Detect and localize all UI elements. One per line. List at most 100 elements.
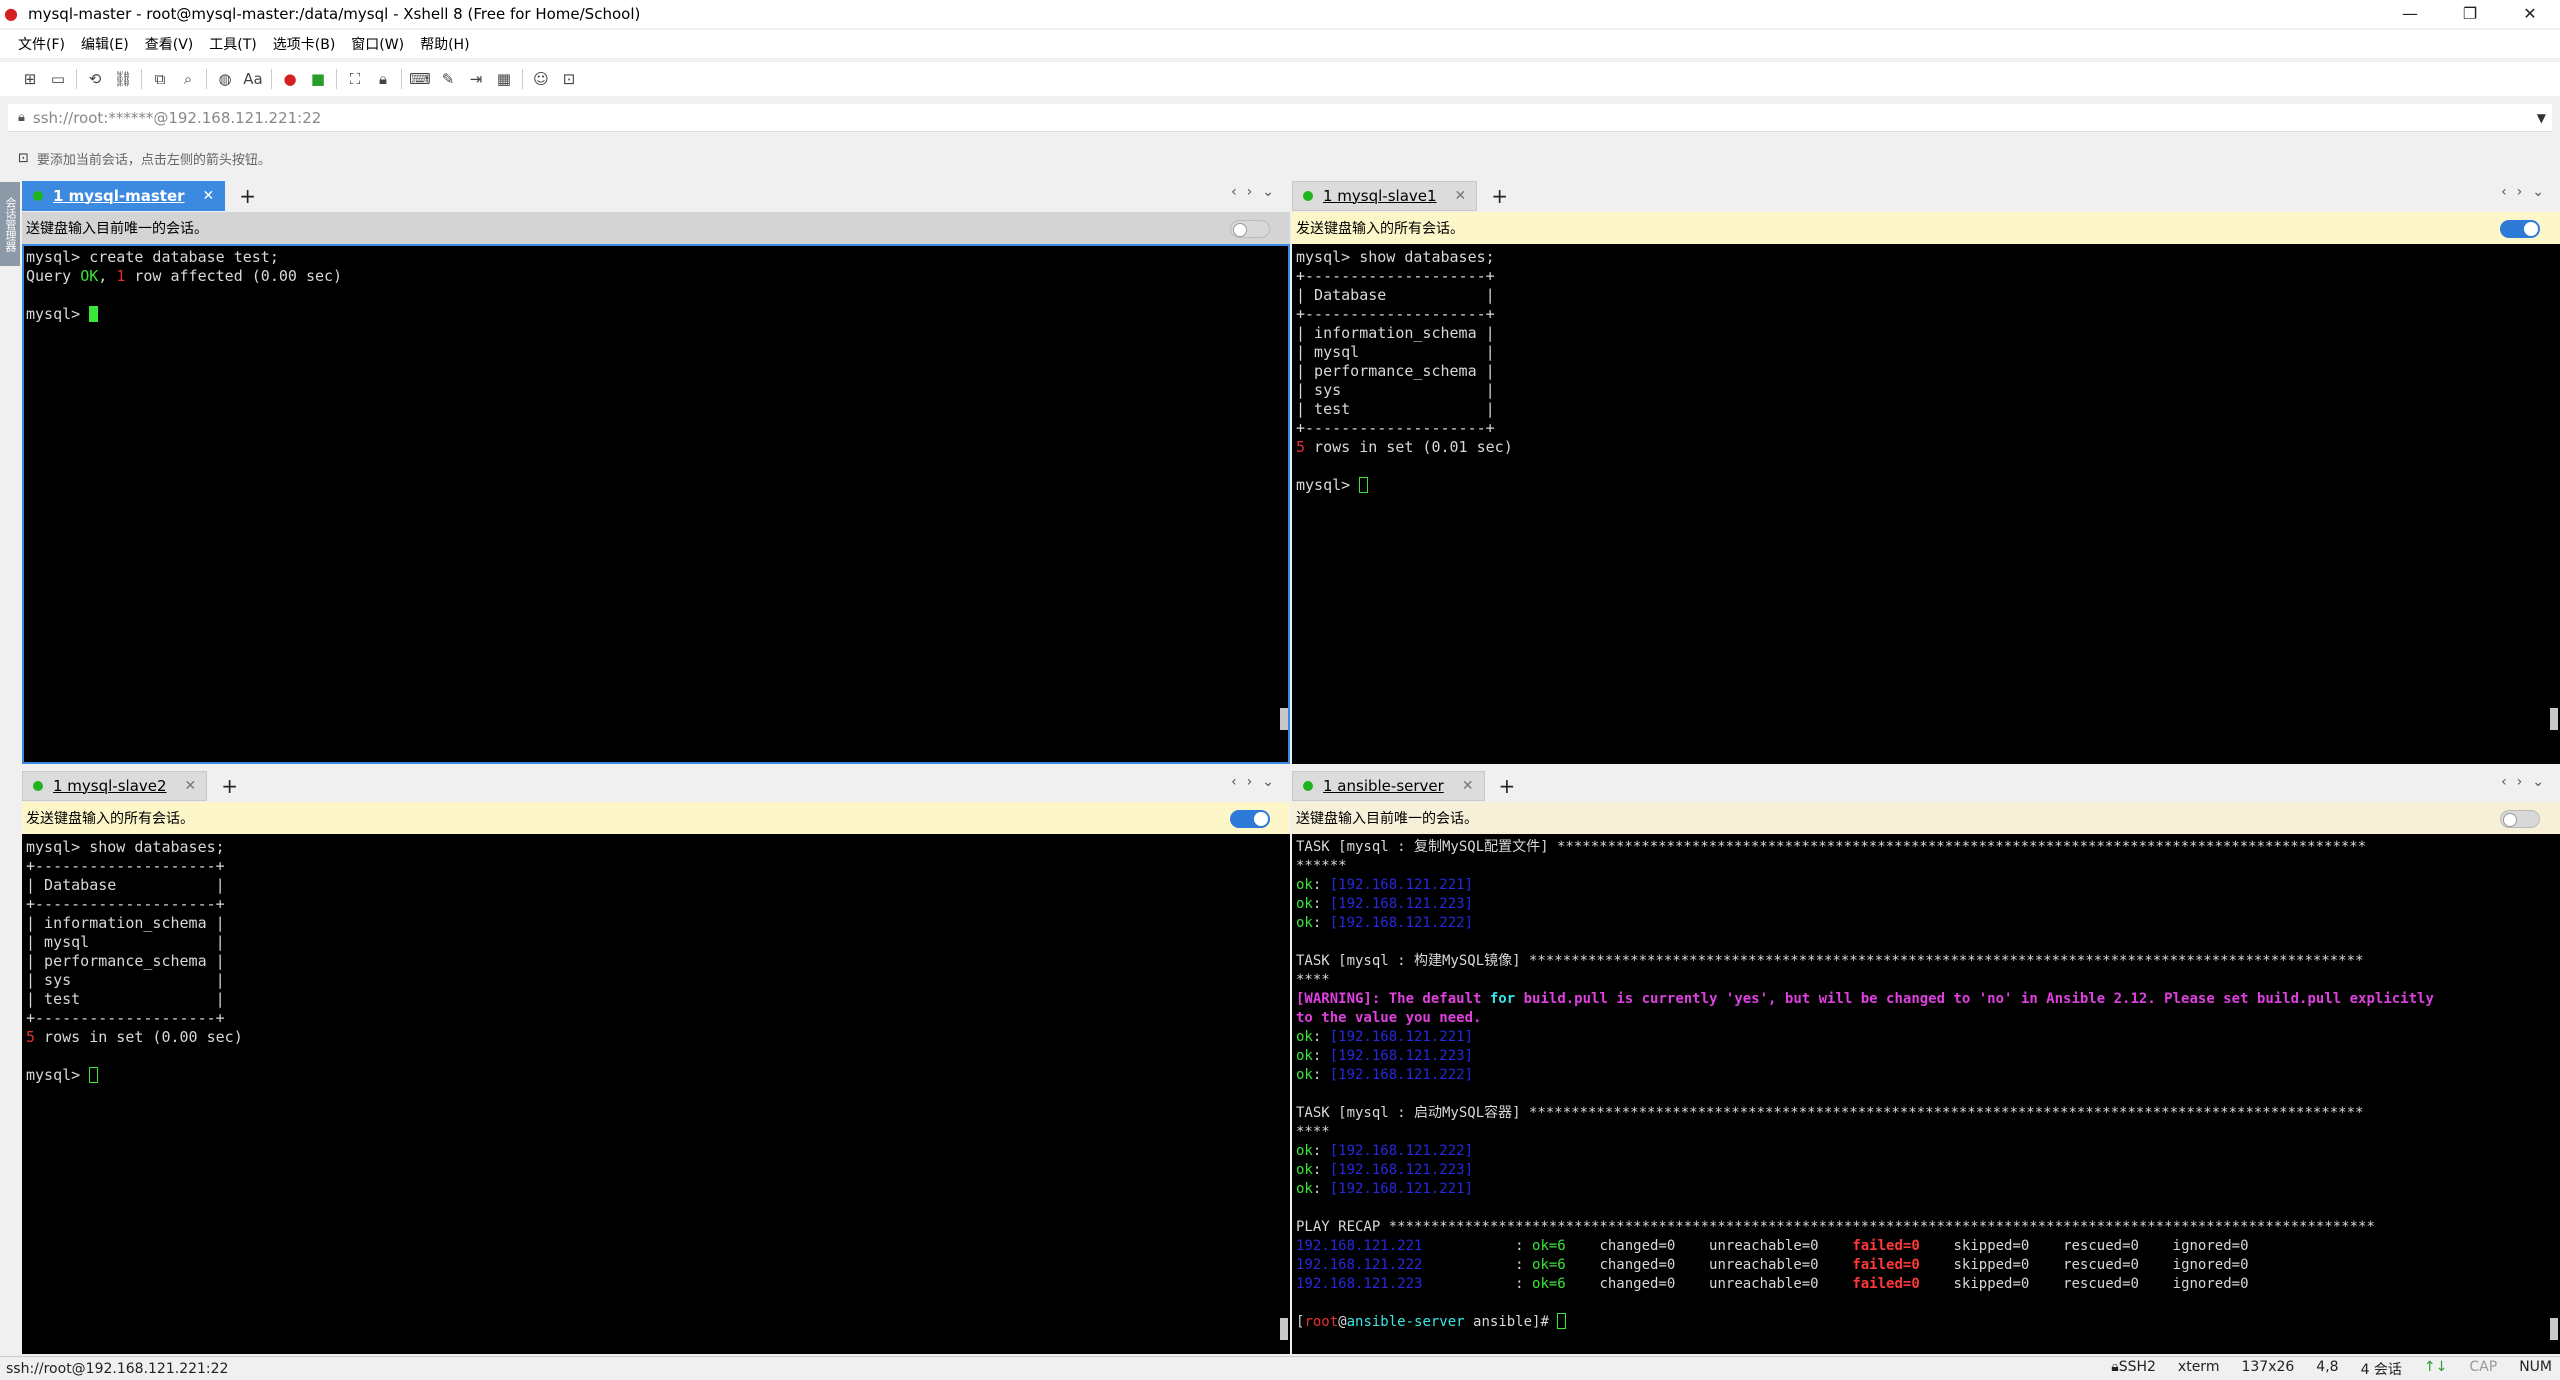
cursor bbox=[89, 1067, 99, 1083]
menu-view[interactable]: 查看(V) bbox=[145, 34, 194, 54]
toolbar-separator bbox=[336, 69, 337, 89]
add-tab-icon[interactable]: + bbox=[221, 774, 238, 798]
maximize-button[interactable]: ❐ bbox=[2440, 0, 2500, 28]
compose-icon[interactable]: ⌨ bbox=[406, 66, 434, 92]
terminal-line: ok: [192.168.121.221] bbox=[1296, 1029, 1474, 1045]
tab-mysql-slave2[interactable]: 1 mysql-slave2 ✕ bbox=[22, 771, 208, 801]
chevron-down-icon[interactable]: ▼ bbox=[2537, 111, 2546, 125]
session-manager-tab[interactable]: 会话管理器 bbox=[0, 182, 20, 266]
terminal-line: mysql> create database test; bbox=[26, 248, 279, 266]
menu-file[interactable]: 文件(F) bbox=[18, 34, 65, 54]
status-term: xterm bbox=[2177, 1358, 2220, 1375]
minimize-button[interactable]: — bbox=[2380, 0, 2440, 28]
menu-tabs[interactable]: 选项卡(B) bbox=[273, 34, 336, 54]
terminal-mysql-slave2[interactable]: mysql> show databases; +----------------… bbox=[22, 834, 1290, 1354]
tab-nav-icons[interactable]: ‹›⌄ bbox=[2501, 184, 2554, 200]
add-tab-icon[interactable]: + bbox=[1499, 774, 1516, 798]
send-input-toggle[interactable] bbox=[1230, 810, 1270, 828]
terminal-line: to the value you need. bbox=[1296, 1010, 1482, 1026]
add-tab-icon[interactable]: + bbox=[1491, 184, 1508, 208]
scrollbar[interactable] bbox=[1280, 1318, 1288, 1340]
address-bar[interactable]: 🔒︎ ssh://root:******@192.168.121.221:22 … bbox=[8, 104, 2552, 132]
toggle-knob bbox=[2524, 222, 2538, 236]
tab-row: 1 mysql-master ✕ + ‹›⌄ bbox=[22, 180, 1290, 212]
menu-tools[interactable]: 工具(T) bbox=[209, 34, 256, 54]
address-input[interactable]: ssh://root:******@192.168.121.221:22 bbox=[33, 109, 321, 127]
close-button[interactable]: ✕ bbox=[2500, 0, 2560, 28]
close-icon[interactable]: ✕ bbox=[1462, 778, 1474, 794]
terminal-mysql-master[interactable]: mysql> create database test; Query OK, 1… bbox=[22, 244, 1290, 764]
reconnect-icon[interactable]: ⟲ bbox=[81, 66, 109, 92]
tab-ansible-server[interactable]: 1 ansible-server ✕ bbox=[1292, 771, 1485, 801]
pane-ansible-server: 1 ansible-server ✕ + ‹›⌄ 送键盘输入目前唯一的会话。 T… bbox=[1292, 770, 2560, 1354]
toggle-knob bbox=[1233, 223, 1247, 237]
add-tab-icon[interactable]: + bbox=[239, 184, 256, 208]
terminal-line: +--------------------+ bbox=[1296, 267, 1495, 285]
new-window-icon[interactable]: ⧉ bbox=[146, 66, 174, 92]
search-icon[interactable]: ⌕ bbox=[174, 66, 202, 92]
terminal-line: 5 rows in set (0.01 sec) bbox=[1296, 438, 1513, 456]
send-input-bar: 发送键盘输入的所有会话。 bbox=[1292, 212, 2560, 244]
toolbar-separator bbox=[141, 69, 142, 89]
close-icon[interactable]: ✕ bbox=[1455, 188, 1467, 204]
new-session-icon[interactable]: ⊞ bbox=[16, 66, 44, 92]
connected-dot-icon bbox=[33, 781, 43, 791]
toggle-knob bbox=[2503, 813, 2517, 827]
terminal-line: Query OK, 1 row affected (0.00 sec) bbox=[26, 267, 343, 285]
open-folder-icon[interactable]: ▭ bbox=[44, 66, 72, 92]
terminal-line: 5 rows in set (0.00 sec) bbox=[26, 1028, 243, 1046]
script-icon[interactable]: ✎ bbox=[434, 66, 462, 92]
terminal-ansible-server[interactable]: TASK [mysql : 复制MySQL配置文件] *************… bbox=[1292, 834, 2560, 1354]
menu-bar: 文件(F) 编辑(E) 查看(V) 工具(T) 选项卡(B) 窗口(W) 帮助(… bbox=[0, 30, 2560, 58]
add-session-icon[interactable]: ⊡ bbox=[18, 151, 29, 166]
layout-icon[interactable]: ▦ bbox=[490, 66, 518, 92]
scrollbar[interactable] bbox=[2550, 1318, 2558, 1340]
tab-mysql-master[interactable]: 1 mysql-master ✕ bbox=[22, 181, 226, 211]
toolbar-separator bbox=[206, 69, 207, 89]
tunnel-icon[interactable]: ⇥ bbox=[462, 66, 490, 92]
globe-icon[interactable]: ◍ bbox=[211, 66, 239, 92]
pane-mysql-slave1: 1 mysql-slave1 ✕ + ‹›⌄ 发送键盘输入的所有会话。 mysq… bbox=[1292, 180, 2560, 764]
toolbar-separator bbox=[271, 69, 272, 89]
close-icon[interactable]: ✕ bbox=[185, 778, 197, 794]
terminal-line: ok: [192.168.121.222] bbox=[1296, 1143, 1474, 1159]
terminal-prompt: mysql> bbox=[1296, 476, 1369, 494]
send-input-toggle[interactable] bbox=[2500, 810, 2540, 828]
lock-icon: 🔒︎ bbox=[18, 110, 25, 125]
chat-icon[interactable]: ☺ bbox=[527, 66, 555, 92]
terminal-mysql-slave1[interactable]: mysql> show databases; +----------------… bbox=[1292, 244, 2560, 764]
font-icon[interactable]: Aa bbox=[239, 66, 267, 92]
link-icon[interactable]: ⛓ bbox=[109, 66, 137, 92]
terminal-line: +--------------------+ bbox=[26, 1009, 225, 1027]
status-bar: ssh://root@192.168.121.221:22 🔒︎SSH2 xte… bbox=[0, 1356, 2560, 1380]
send-input-text: 送键盘输入目前唯一的会话。 bbox=[1296, 811, 1478, 827]
menu-edit[interactable]: 编辑(E) bbox=[81, 34, 129, 54]
tab-nav-icons[interactable]: ‹›⌄ bbox=[1231, 774, 1284, 790]
toggle-tool-icon[interactable]: ⊡ bbox=[555, 66, 583, 92]
connected-dot-icon bbox=[33, 191, 43, 201]
tab-nav-icons[interactable]: ‹›⌄ bbox=[1231, 184, 1284, 200]
scrollbar[interactable] bbox=[2550, 708, 2558, 730]
scrollbar[interactable] bbox=[1280, 708, 1288, 730]
terminal-line: | Database | bbox=[1296, 286, 1495, 304]
terminal-line: ****** bbox=[1296, 858, 1347, 874]
status-sessions[interactable]: 4 会话 bbox=[2361, 1359, 2402, 1379]
close-icon[interactable]: ✕ bbox=[203, 188, 215, 204]
menu-window[interactable]: 窗口(W) bbox=[351, 34, 404, 54]
send-input-toggle[interactable] bbox=[1230, 220, 1270, 238]
terminal-line: **** bbox=[1296, 1124, 1330, 1140]
connected-dot-icon bbox=[1303, 191, 1313, 201]
tab-mysql-slave1[interactable]: 1 mysql-slave1 ✕ bbox=[1292, 181, 1478, 211]
terminal-line: +--------------------+ bbox=[26, 857, 225, 875]
lock-icon[interactable]: 🔒︎ bbox=[369, 66, 397, 92]
send-input-toggle[interactable] bbox=[2500, 220, 2540, 238]
menu-help[interactable]: 帮助(H) bbox=[420, 34, 469, 54]
cursor bbox=[1557, 1313, 1567, 1329]
fullscreen-icon[interactable]: ⛶ bbox=[341, 66, 369, 92]
tab-nav-icons[interactable]: ‹›⌄ bbox=[2501, 774, 2554, 790]
xmanager-icon[interactable]: ■ bbox=[304, 66, 332, 92]
tab-row: 1 mysql-slave1 ✕ + ‹›⌄ bbox=[1292, 180, 2560, 212]
xftp-icon[interactable]: ● bbox=[276, 66, 304, 92]
title-bar: ● mysql-master - root@mysql-master:/data… bbox=[0, 0, 2560, 28]
status-num: NUM bbox=[2519, 1358, 2552, 1375]
